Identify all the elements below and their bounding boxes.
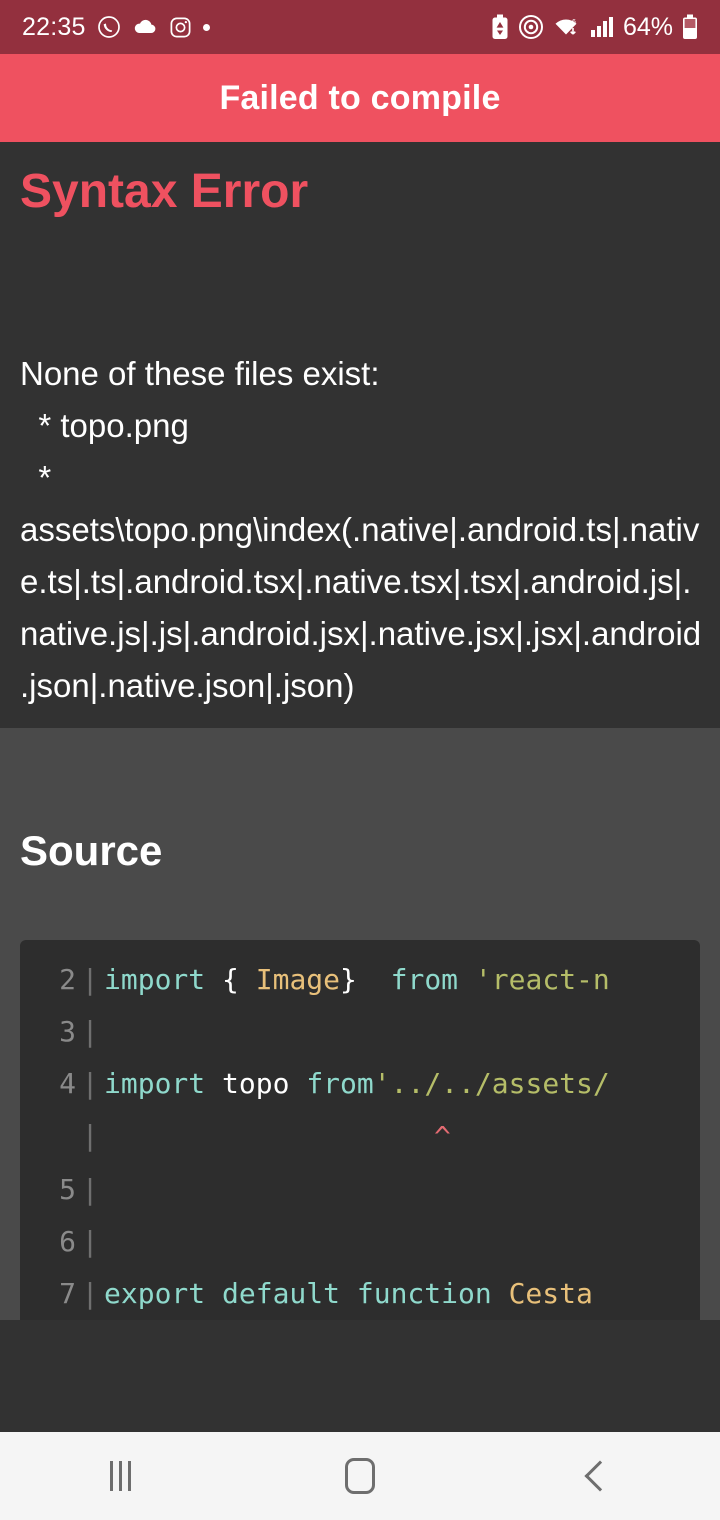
back-chevron-icon (584, 1460, 616, 1492)
line-content: import { Image} from 'react-n (104, 954, 700, 1006)
failed-to-compile-banner: Failed to compile (0, 54, 720, 142)
code-token: import (104, 1067, 223, 1100)
banner-title: Failed to compile (219, 78, 501, 117)
battery-icon (682, 14, 698, 40)
battery-percent-label: 64% (622, 12, 673, 41)
error-overlay: Syntax Error None of these files exist: … (0, 142, 720, 728)
error-heading: Syntax Error (20, 165, 309, 218)
android-nav-bar (0, 1432, 720, 1520)
code-lines: 2 | import { Image} from 'react-n 3 | 4 … (20, 940, 700, 1330)
code-token: export default function (104, 1277, 509, 1310)
code-line: 7 | export default function Cesta (20, 1268, 700, 1320)
code-line: 4 | import topo from'../../assets/ (20, 1058, 700, 1110)
line-gutter: | (81, 963, 99, 996)
line-number: 2 (59, 963, 76, 996)
line-content: import topo from'../../assets/ (104, 1058, 700, 1110)
wifi-icon: 6 (553, 15, 581, 39)
code-token: from (306, 1067, 374, 1100)
code-line: 2 | import { Image} from 'react-n (20, 954, 700, 1006)
error-message: None of these files exist: * topo.png * … (20, 355, 702, 704)
code-error-marker-line: | ^ (20, 1110, 700, 1164)
line-gutter: | (81, 1119, 99, 1152)
recents-button[interactable] (60, 1432, 180, 1520)
code-token: 'react-n (474, 963, 610, 996)
recents-icon (109, 1461, 131, 1491)
dot-icon (202, 23, 210, 31)
home-button[interactable] (300, 1432, 420, 1520)
svg-text:6: 6 (572, 19, 576, 26)
cloud-icon (132, 17, 158, 37)
battery-saver-icon (491, 14, 509, 40)
line-number: 6 (59, 1225, 76, 1258)
status-bar: 22:35 6 64% (0, 0, 720, 54)
instagram-icon (169, 16, 192, 39)
source-heading: Source (20, 827, 163, 874)
home-icon (345, 1458, 375, 1494)
error-caret-icon: ^ (434, 1120, 451, 1153)
line-number: 7 (59, 1277, 76, 1310)
line-gutter: | (81, 1225, 99, 1258)
signal-icon (590, 16, 614, 38)
line-content: export default function Cesta (104, 1268, 700, 1320)
whatsapp-icon (97, 15, 121, 39)
code-token: topo (222, 1067, 307, 1100)
back-button[interactable] (540, 1432, 660, 1520)
line-number: 4 (59, 1067, 76, 1100)
code-line: 6 | (20, 1216, 700, 1268)
code-token: from (390, 963, 475, 996)
code-line: 3 | (20, 1006, 700, 1058)
code-token: '../../assets/ (373, 1067, 610, 1100)
line-number: 3 (59, 1015, 76, 1048)
code-token: Cesta (508, 1277, 593, 1310)
status-bar-clock: 22:35 (22, 12, 86, 41)
line-gutter: | (81, 1015, 99, 1048)
code-line: 5 | (20, 1164, 700, 1216)
line-gutter: | (81, 1173, 99, 1206)
hotspot-icon (518, 14, 544, 40)
status-bar-left: 22:35 (22, 13, 210, 42)
line-gutter: | (81, 1067, 99, 1100)
line-gutter: | (81, 1277, 99, 1310)
code-token: import (104, 963, 223, 996)
code-token: { (222, 963, 256, 996)
code-token: Image (255, 963, 341, 996)
status-bar-right: 6 64% (491, 13, 698, 42)
code-token: } (340, 963, 391, 996)
bottom-filler (0, 1320, 720, 1432)
line-number: 5 (59, 1173, 76, 1206)
